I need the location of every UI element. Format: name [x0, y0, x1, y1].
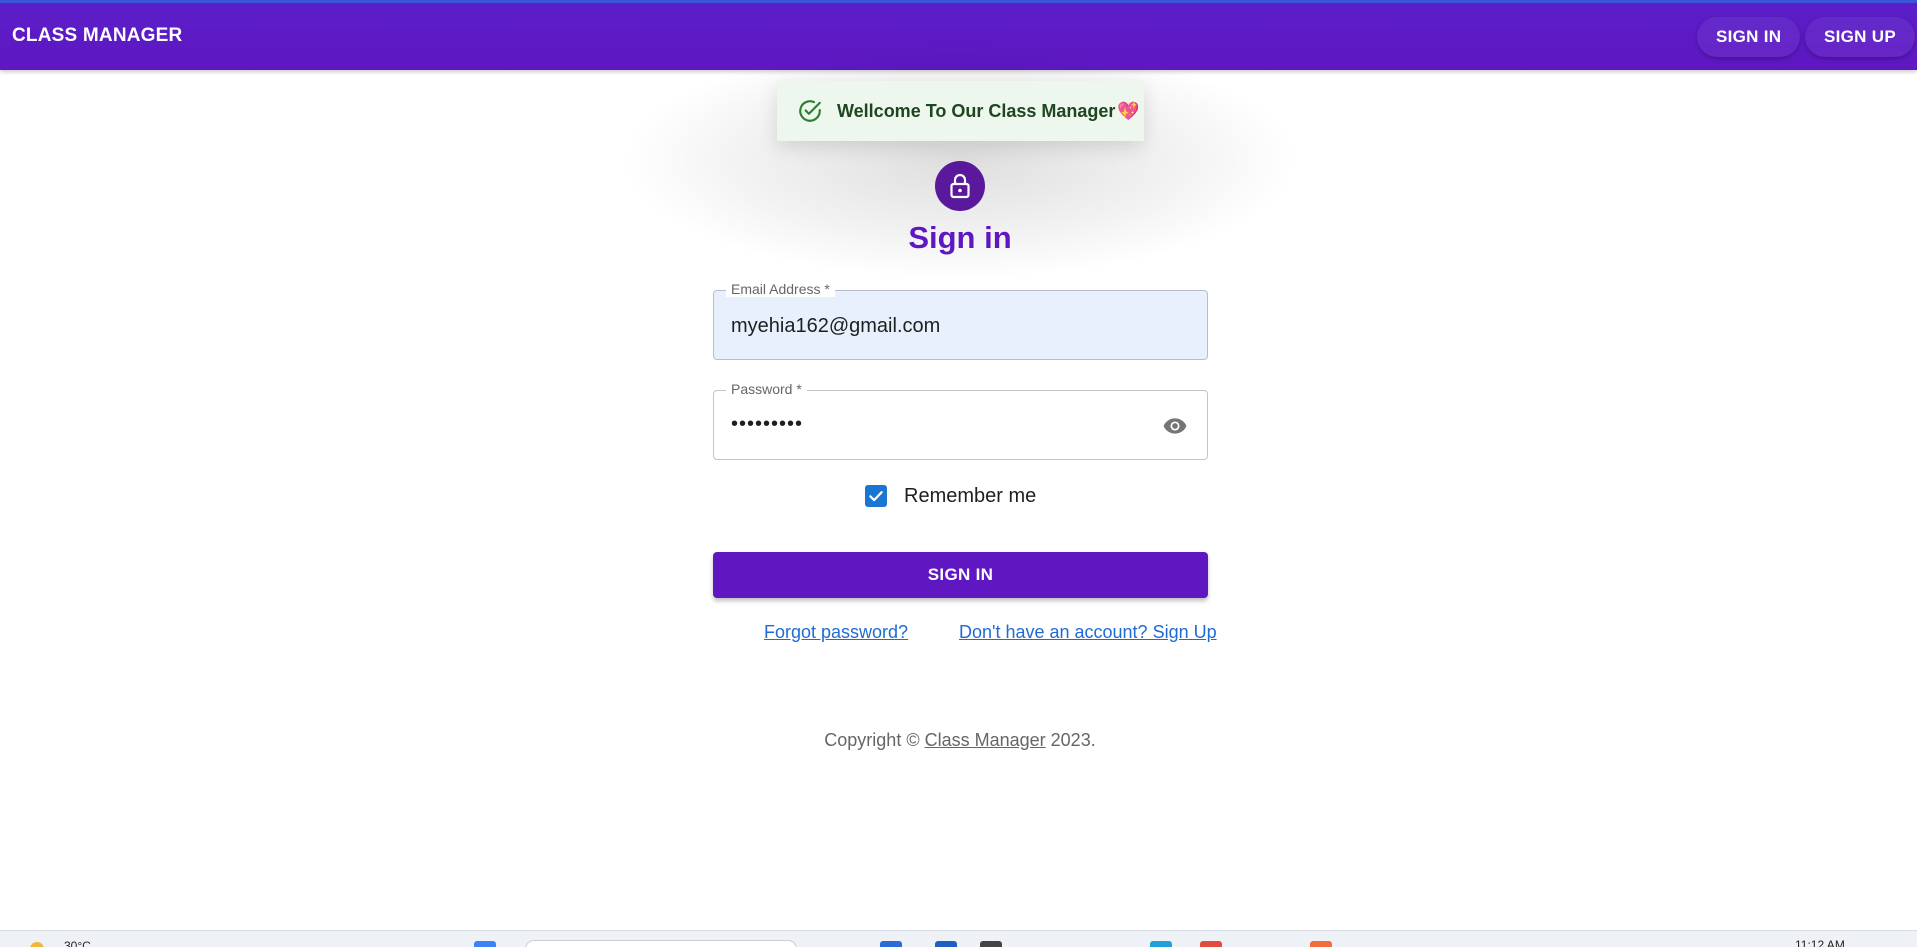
app-icon[interactable] — [880, 941, 902, 947]
sign-in-button[interactable]: SIGN IN — [713, 552, 1208, 598]
welcome-toast: Wellcome To Our Class Manager 💖 — [777, 81, 1144, 141]
forgot-password-link[interactable]: Forgot password? — [764, 622, 908, 643]
copyright-prefix: Copyright © — [824, 730, 925, 750]
app-icon[interactable] — [1310, 941, 1332, 947]
start-icon[interactable] — [474, 941, 496, 947]
lock-avatar — [935, 161, 985, 211]
nav-sign-in-button[interactable]: SIGN IN — [1697, 17, 1801, 57]
page-title: Sign in — [908, 220, 1012, 255]
weather-icon[interactable] — [30, 942, 44, 947]
eye-icon[interactable] — [1161, 413, 1189, 439]
check-circle-icon — [799, 100, 821, 122]
os-taskbar: 30°C 11:12 AM — [0, 930, 1917, 947]
lock-icon — [950, 173, 970, 199]
password-field[interactable]: Password * ••••••••• — [713, 381, 1208, 460]
copyright-link[interactable]: Class Manager — [925, 730, 1046, 750]
app-icon[interactable] — [980, 941, 1002, 947]
check-icon — [869, 491, 883, 502]
app-icon[interactable] — [1150, 941, 1172, 947]
remember-label: Remember me — [904, 484, 1037, 507]
email-input[interactable] — [731, 313, 1147, 339]
password-input[interactable]: ••••••••• — [731, 413, 1147, 439]
remember-checkbox[interactable] — [865, 485, 887, 507]
chrome-icon[interactable] — [1200, 941, 1222, 947]
email-label: Email Address * — [726, 281, 835, 297]
sign-up-link[interactable]: Don't have an account? Sign Up — [959, 622, 1217, 643]
toast-message: Wellcome To Our Class Manager — [837, 100, 1116, 121]
app-icon[interactable] — [935, 941, 957, 947]
app-bar: CLASS MANAGER SIGN IN SIGN UP — [0, 0, 1917, 70]
email-field[interactable]: Email Address * — [713, 281, 1208, 360]
app-brand: CLASS MANAGER — [12, 25, 183, 46]
nav-sign-up-button[interactable]: SIGN UP — [1805, 17, 1916, 57]
remember-me[interactable]: Remember me — [865, 483, 1036, 509]
heart-emoji: 💖 — [1117, 100, 1140, 121]
password-label: Password * — [726, 381, 807, 397]
copyright: Copyright © Class Manager 2023. — [700, 730, 1220, 751]
copyright-suffix: 2023. — [1045, 730, 1096, 750]
